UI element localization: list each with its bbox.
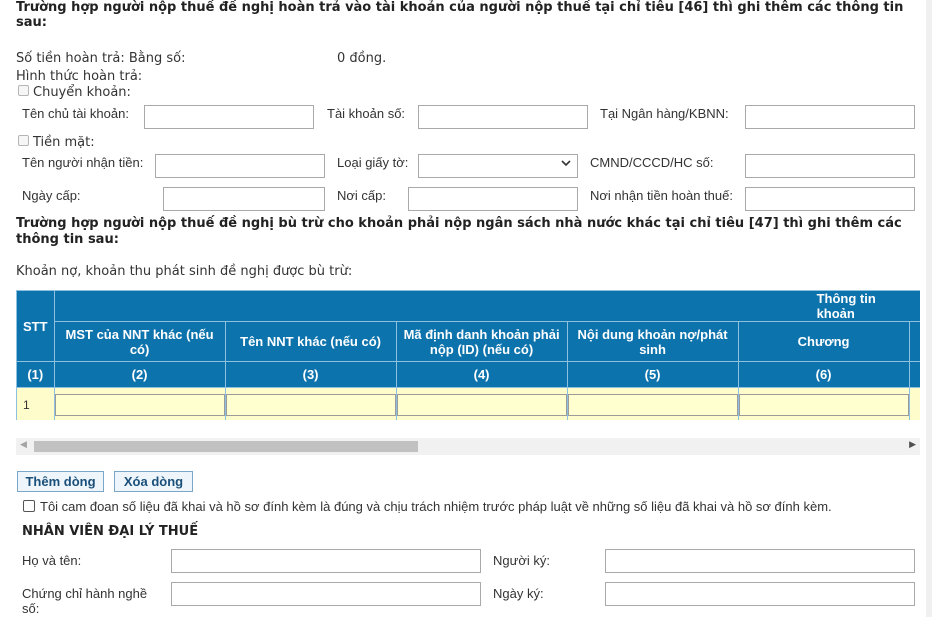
- fullname-label: Họ và tên:: [22, 553, 82, 568]
- offset-table: STT Thông tin khoản MST của NNT khác (nế…: [16, 290, 920, 420]
- col-number-4: (4): [395, 361, 568, 388]
- table-row: 1: [16, 387, 920, 420]
- cell-chapter: [737, 387, 910, 420]
- row-stt: 1: [16, 387, 55, 420]
- refund-receive-place-label: Nơi nhận tiền hoàn thuế:: [590, 188, 733, 203]
- cert-label-line1: Chứng chỉ hành nghề: [22, 586, 148, 601]
- cash-checkbox[interactable]: [18, 135, 29, 146]
- signer-label: Người ký:: [493, 553, 550, 568]
- id-number-input[interactable]: [745, 154, 915, 178]
- chapter-input[interactable]: [738, 393, 909, 416]
- name-input[interactable]: [225, 393, 396, 416]
- bank-label: Tại Ngân hàng/KBNN:: [600, 106, 729, 121]
- account-number-label: Tài khoản số:: [327, 106, 406, 121]
- chevron-down-icon: [561, 158, 571, 171]
- recipient-label: Tên người nhận tiền:: [22, 155, 144, 170]
- triangle-left-icon[interactable]: ◀: [20, 440, 27, 450]
- cell-mst: [53, 387, 226, 420]
- issue-date-input[interactable]: [163, 187, 325, 211]
- col-number-6: (6): [737, 361, 910, 388]
- issue-place-input[interactable]: [408, 187, 578, 211]
- doc-type-label: Loại giấy tờ:: [337, 155, 409, 170]
- agent-heading: NHÂN VIÊN ĐẠI LÝ THUẾ: [22, 524, 199, 539]
- offset-table-viewport: STT Thông tin khoản MST của NNT khác (nế…: [16, 290, 920, 420]
- col-number-2: (2): [53, 361, 226, 388]
- mst-input[interactable]: [54, 393, 225, 416]
- recipient-input[interactable]: [155, 154, 325, 178]
- sign-date-label: Ngày ký:: [493, 586, 544, 601]
- id-input[interactable]: [396, 393, 567, 416]
- col-header-mst: MST của NNT khác (nếu có): [53, 321, 226, 362]
- commitment-text: Tôi cam đoan số liệu đã khai và hồ sơ đí…: [40, 499, 832, 514]
- page-scrollbar-track[interactable]: [926, 0, 932, 617]
- section46-heading-line1: Trường hợp người nộp thuế đề nghị hoàn t…: [16, 0, 904, 15]
- cert-label-line2: số:: [22, 601, 40, 616]
- transfer-label: Chuyển khoản:: [33, 85, 131, 100]
- cell-overflow: [908, 387, 920, 420]
- sign-date-input[interactable]: [605, 582, 915, 606]
- transfer-checkbox[interactable]: [18, 85, 29, 96]
- scrollbar-thumb[interactable]: [34, 441, 418, 452]
- cell-name: [224, 387, 397, 420]
- signer-input[interactable]: [605, 549, 915, 573]
- issue-place-label: Nơi cấp:: [337, 188, 386, 203]
- refund-receive-place-input[interactable]: [745, 187, 915, 211]
- col-number-5: (5): [566, 361, 739, 388]
- cell-id: [395, 387, 568, 420]
- account-holder-input[interactable]: [144, 105, 314, 129]
- delete-row-button[interactable]: Xóa dòng: [114, 471, 193, 492]
- col-number-1: (1): [16, 361, 55, 388]
- cell-content: [566, 387, 739, 420]
- account-number-input[interactable]: [418, 105, 588, 129]
- refund-amount-value: 0 đồng.: [337, 51, 387, 66]
- content-input[interactable]: [567, 393, 738, 416]
- bank-input[interactable]: [745, 105, 915, 129]
- col-header-name: Tên NNT khác (nếu có): [224, 321, 397, 362]
- col-header-overflow: [908, 321, 920, 362]
- col-header-stt: STT: [16, 290, 55, 362]
- refund-amount-label: Số tiền hoàn trả: Bằng số:: [16, 51, 186, 66]
- table-horizontal-scrollbar[interactable]: ◀ ▶: [16, 438, 920, 455]
- issue-date-label: Ngày cấp:: [22, 188, 81, 203]
- add-row-button[interactable]: Thêm dòng: [17, 471, 104, 492]
- id-number-label: CMND/CCCD/HC số:: [590, 155, 714, 170]
- col-number-overflow: [908, 361, 920, 388]
- col-header-content: Nội dung khoản nợ/phát sinh: [566, 321, 739, 362]
- doc-type-select[interactable]: [418, 154, 578, 178]
- section47-heading-line1: Trường hợp người nộp thuế đề nghị bù trừ…: [16, 216, 902, 231]
- section46-heading-line2: sau:: [16, 15, 47, 30]
- col-header-id: Mã định danh khoản phải nộp (ID) (nếu có…: [395, 321, 568, 362]
- cert-number-input[interactable]: [171, 582, 481, 606]
- cash-label: Tiền mặt:: [33, 135, 95, 150]
- col-header-chapter: Chương: [737, 321, 910, 362]
- refund-method-label: Hình thức hoàn trả:: [16, 69, 143, 84]
- section47-subtitle: Khoản nợ, khoản thu phát sinh đề nghị đư…: [16, 264, 353, 279]
- col-number-3: (3): [224, 361, 397, 388]
- fullname-input[interactable]: [171, 549, 481, 573]
- commitment-checkbox[interactable]: [23, 500, 35, 512]
- group-header: Thông tin khoản: [53, 290, 920, 322]
- account-holder-label: Tên chủ tài khoản:: [22, 106, 129, 121]
- section47-heading-line2: thông tin sau:: [16, 232, 119, 247]
- triangle-right-icon[interactable]: ▶: [909, 440, 916, 450]
